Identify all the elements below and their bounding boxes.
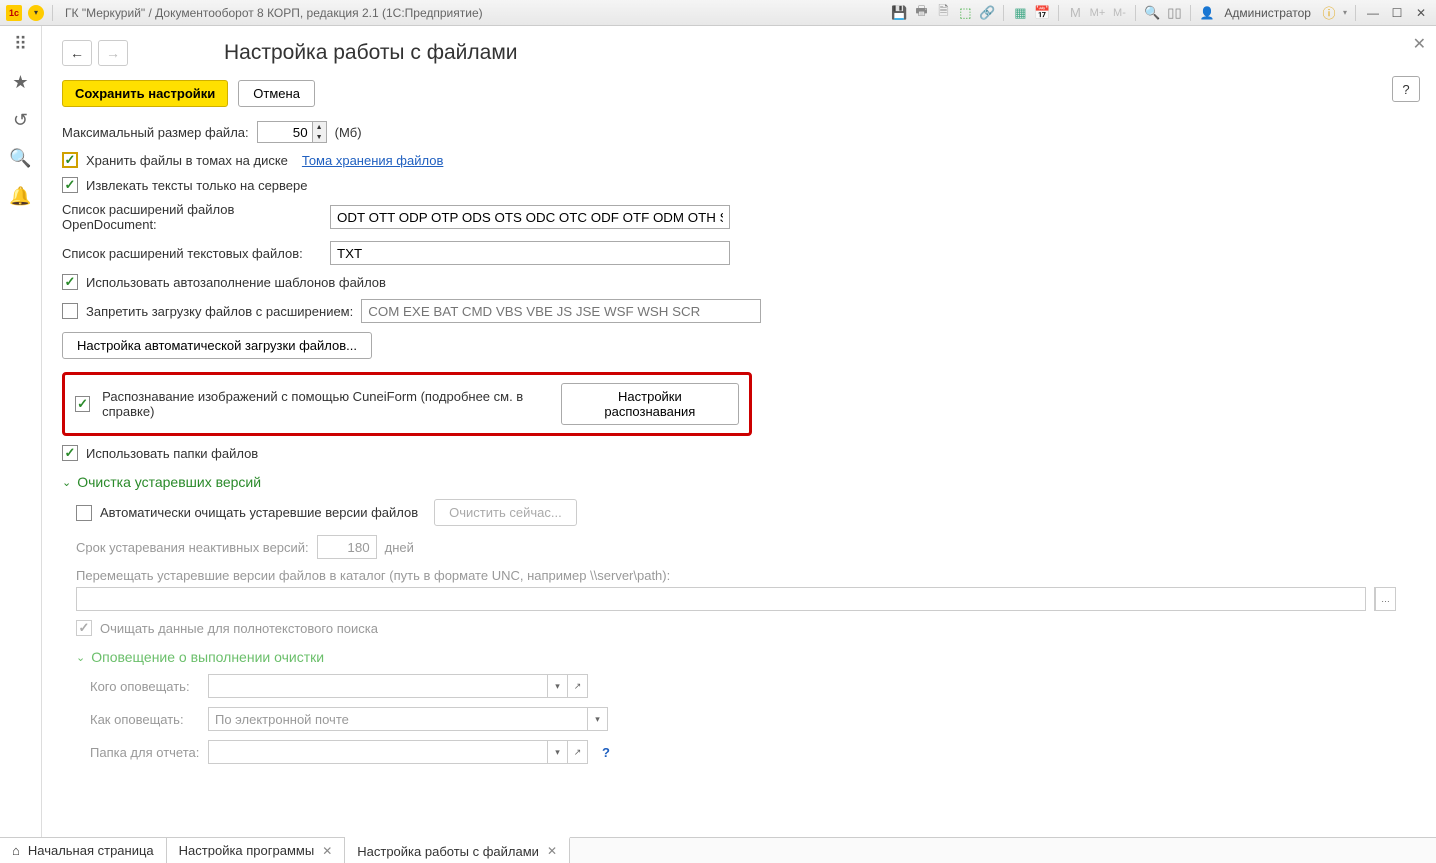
autofill-checkbox[interactable] (62, 274, 78, 290)
info-icon[interactable]: ⓘ (1321, 5, 1337, 21)
panels-icon[interactable]: ▯▯ (1166, 5, 1182, 21)
forbid-checkbox[interactable] (62, 303, 78, 319)
bottom-tabs: ⌂ Начальная страница Настройка программы… (0, 837, 1436, 863)
od-ext-label: Список расширений файлов OpenDocument: (62, 202, 322, 232)
fulltext-label: Очищать данные для полнотекстового поиск… (100, 621, 378, 636)
nav-forward-button[interactable]: → (98, 40, 128, 66)
notify-section-header[interactable]: ⌄ Оповещение о выполнении очистки (76, 649, 1416, 665)
spinner-down[interactable]: ▼ (312, 132, 326, 142)
age-label: Срок устаревания неактивных версий: (76, 540, 309, 555)
txt-ext-label: Список расширений текстовых файлов: (62, 246, 322, 261)
how-dropdown[interactable]: ▾ (587, 708, 607, 730)
m-memory[interactable]: M (1067, 5, 1083, 21)
folder-dropdown[interactable]: ▾ (547, 741, 567, 763)
m-plus[interactable]: M+ (1089, 5, 1105, 21)
tab-program-settings[interactable]: Настройка программы ✕ (167, 838, 346, 863)
titlebar: 1c ▾ ГК "Меркурий" / Документооборот 8 К… (0, 0, 1436, 26)
notifications-bell-icon[interactable]: 🔔 (9, 184, 33, 208)
m-minus[interactable]: M- (1111, 5, 1127, 21)
txt-ext-input[interactable] (330, 241, 730, 265)
close-page-icon[interactable]: ✕ (1413, 34, 1426, 54)
age-input[interactable] (317, 535, 377, 559)
auto-clean-label: Автоматически очищать устаревшие версии … (100, 505, 418, 520)
ocr-checkbox[interactable] (75, 396, 90, 412)
save-icon[interactable]: 💾 (891, 5, 907, 21)
logo-1c-icon: 1c (6, 5, 22, 21)
who-dropdown[interactable]: ▾ (547, 675, 567, 697)
close-window-button[interactable]: ✕ (1412, 5, 1430, 21)
spinner-up[interactable]: ▲ (312, 122, 326, 132)
tab-home-label: Начальная страница (28, 843, 154, 858)
page-title: Настройка работы с файлами (224, 41, 518, 65)
minimize-button[interactable]: — (1364, 5, 1382, 21)
app-menu-dropdown[interactable]: ▾ (28, 5, 44, 21)
use-folders-checkbox[interactable] (62, 445, 78, 461)
tab-close-icon[interactable]: ✕ (322, 844, 332, 858)
window-title: ГК "Меркурий" / Документооборот 8 КОРП, … (65, 6, 885, 20)
od-ext-input[interactable] (330, 205, 730, 229)
store-volumes-checkbox[interactable] (62, 152, 78, 168)
tab-file-settings[interactable]: Настройка работы с файлами ✕ (345, 837, 570, 863)
cleanup-section-header[interactable]: ⌄ Очистка устаревших версий (62, 474, 1416, 490)
move-path-input[interactable] (76, 587, 1366, 611)
maximize-button[interactable]: ☐ (1388, 5, 1406, 21)
user-label: Администратор (1224, 6, 1311, 20)
age-unit: дней (385, 540, 414, 555)
ocr-label: Распознавание изображений с помощью Cune… (102, 389, 549, 419)
history-icon[interactable]: ↺ (9, 108, 33, 132)
compare-icon[interactable]: ⬚ (957, 5, 973, 21)
who-label: Кого оповещать: (90, 679, 200, 694)
use-folders-label: Использовать папки файлов (86, 446, 258, 461)
search-rail-icon[interactable]: 🔍 (9, 146, 33, 170)
print-icon[interactable]: 🖶 (913, 5, 929, 21)
chevron-down-icon: ⌄ (62, 476, 71, 489)
home-icon: ⌂ (12, 843, 20, 858)
extract-server-checkbox[interactable] (62, 177, 78, 193)
max-size-label: Максимальный размер файла: (62, 125, 249, 140)
how-value: По электронной почте (209, 712, 587, 727)
folder-open[interactable]: ↗ (567, 741, 587, 763)
volumes-link[interactable]: Тома хранения файлов (302, 153, 443, 168)
nav-back-button[interactable]: ← (62, 40, 92, 66)
apps-grid-icon[interactable]: ⠿ (9, 32, 33, 56)
favorites-star-icon[interactable]: ★ (9, 70, 33, 94)
tab-program-label: Настройка программы (179, 843, 315, 858)
folder-label: Папка для отчета: (90, 745, 200, 760)
ocr-highlight-box: Распознавание изображений с помощью Cune… (62, 372, 752, 436)
extract-server-label: Извлекать тексты только на сервере (86, 178, 307, 193)
autoload-settings-button[interactable]: Настройка автоматической загрузки файлов… (62, 332, 372, 359)
clean-now-button[interactable]: Очистить сейчас... (434, 499, 577, 526)
help-button[interactable]: ? (1392, 76, 1420, 102)
zoom-icon[interactable]: 🔍 (1144, 5, 1160, 21)
ocr-settings-button[interactable]: Настройки распознавания (561, 383, 739, 425)
how-label: Как оповещать: (90, 712, 200, 727)
tab-home[interactable]: ⌂ Начальная страница (0, 838, 167, 863)
notify-header-label: Оповещение о выполнении очистки (91, 649, 324, 665)
who-open[interactable]: ↗ (567, 675, 587, 697)
cancel-button[interactable]: Отмена (238, 80, 315, 107)
move-label: Перемещать устаревшие версии файлов в ка… (76, 568, 1416, 583)
fulltext-checkbox[interactable] (76, 620, 92, 636)
store-volumes-label: Хранить файлы в томах на диске (86, 153, 288, 168)
auto-clean-checkbox[interactable] (76, 505, 92, 521)
cleanup-header-label: Очистка устаревших версий (77, 474, 261, 490)
calendar-icon[interactable]: 📅 (1034, 5, 1050, 21)
chevron-down-icon: ⌄ (76, 651, 85, 664)
forbid-label: Запретить загрузку файлов с расширением: (86, 304, 353, 319)
max-size-unit: (Мб) (335, 125, 362, 140)
save-settings-button[interactable]: Сохранить настройки (62, 80, 228, 107)
autofill-label: Использовать автозаполнение шаблонов фай… (86, 275, 386, 290)
preview-icon[interactable]: 🗎 (935, 5, 951, 21)
tab-close-icon[interactable]: ✕ (547, 844, 557, 858)
forbid-input[interactable] (361, 299, 761, 323)
content-area: ✕ ← → Настройка работы с файлами Сохрани… (42, 26, 1436, 837)
link-icon[interactable]: 🔗 (979, 5, 995, 21)
folder-help-icon[interactable]: ? (602, 745, 610, 760)
move-path-browse[interactable]: … (1375, 588, 1395, 610)
calculator-icon[interactable]: ▦ (1012, 5, 1028, 21)
tab-file-label: Настройка работы с файлами (357, 844, 539, 859)
left-rail: ⠿ ★ ↺ 🔍 🔔 (0, 26, 42, 837)
